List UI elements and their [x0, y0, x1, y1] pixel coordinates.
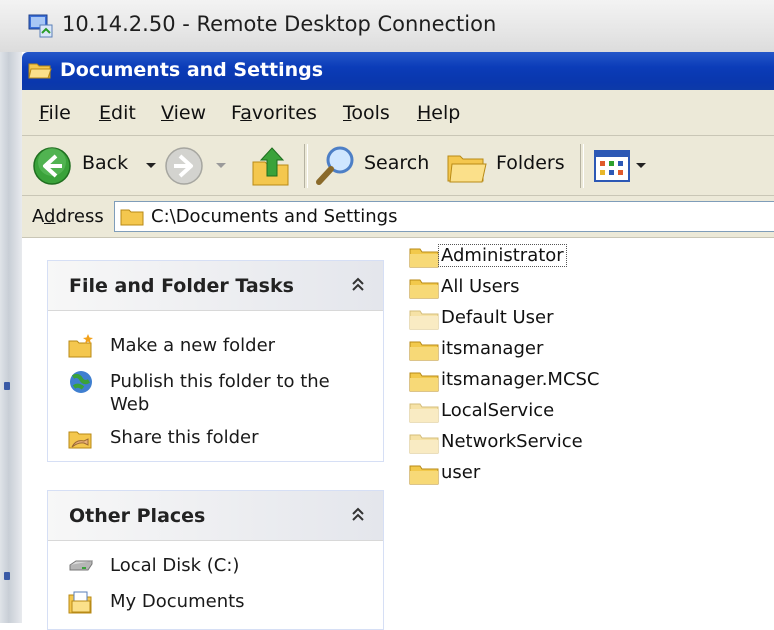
folder-name: itsmanager.MCSC — [441, 369, 600, 390]
place-my-documents[interactable]: My Documents — [68, 589, 378, 617]
file-folder-tasks-panel: File and Folder Tasks Make a new folder … — [47, 260, 384, 462]
task-pane: File and Folder Tasks Make a new folder … — [22, 238, 390, 630]
menu-edit-accel: E — [99, 102, 112, 124]
address-label-accel: d — [44, 206, 56, 227]
folder-name: LocalService — [441, 400, 555, 421]
back-label: Back — [82, 152, 129, 174]
menu-favorites-label: vorites — [251, 102, 317, 124]
forward-button[interactable] — [164, 144, 232, 188]
collapse-chevron-icon[interactable] — [349, 276, 367, 294]
search-icon — [316, 146, 354, 185]
address-bar: Address C:\Documents and Settings — [22, 196, 774, 238]
forward-arrow-icon — [165, 147, 203, 185]
collapse-chevron-icon[interactable] — [349, 506, 367, 524]
standard-toolbar: Back Search Folders — [22, 136, 774, 196]
address-label-rest: dress — [55, 206, 104, 227]
search-label: Search — [364, 152, 430, 174]
explorer-title-bar[interactable]: Documents and Settings — [22, 52, 774, 90]
toolbar-separator — [304, 144, 308, 188]
menu-help-accel: H — [417, 102, 432, 124]
new-folder-icon — [68, 334, 93, 358]
folder-icon — [409, 248, 439, 268]
other-places-panel: Other Places Local Disk (C:) My Document… — [47, 490, 384, 630]
search-button[interactable]: Search — [314, 144, 432, 188]
local-disk-icon — [69, 560, 93, 571]
menu-view-label: iew — [173, 102, 207, 124]
folder-icon — [409, 279, 439, 299]
views-icon — [594, 150, 630, 182]
folder-icon — [120, 209, 144, 226]
folder-name: NetworkService — [441, 431, 583, 452]
chevron-down-icon — [216, 163, 226, 168]
chevron-down-icon — [146, 163, 156, 168]
frame-marker — [4, 572, 10, 580]
explorer-window-title: Documents and Settings — [60, 59, 324, 81]
folder-name: itsmanager — [441, 338, 544, 359]
address-input[interactable]: C:\Documents and Settings — [114, 201, 774, 232]
place-my-documents-label: My Documents — [110, 591, 245, 612]
menu-tools-label: ools — [351, 102, 390, 124]
folder-name: Administrator — [438, 244, 567, 267]
place-local-disk[interactable]: Local Disk (C:) — [68, 553, 378, 581]
task-make-new-folder-label: Make a new folder — [110, 335, 276, 356]
menu-edit[interactable]: Edit — [99, 102, 136, 124]
up-folder-icon — [252, 147, 289, 186]
other-places-header[interactable]: Other Places — [48, 491, 383, 541]
folder-name: Default User — [441, 307, 554, 328]
folder-name: All Users — [441, 276, 520, 297]
menu-tools[interactable]: Tools — [343, 102, 390, 124]
menu-bar: File Edit View Favorites Tools Help — [22, 90, 774, 136]
folders-button[interactable]: Folders — [446, 144, 572, 188]
menu-file-label: ile — [48, 102, 71, 124]
folder-icon — [409, 341, 439, 361]
file-list: Administrator All Users Default User its… — [405, 238, 765, 498]
file-folder-tasks-title: File and Folder Tasks — [69, 275, 294, 297]
file-folder-tasks-header[interactable]: File and Folder Tasks — [48, 261, 383, 311]
address-label: Address — [32, 206, 104, 227]
menu-favorites[interactable]: Favorites — [231, 102, 317, 124]
hidden-folder-icon — [409, 434, 439, 454]
task-share-folder[interactable]: Share this folder — [68, 425, 378, 453]
back-arrow-icon — [33, 147, 71, 185]
menu-view[interactable]: View — [161, 102, 206, 124]
place-local-disk-label: Local Disk (C:) — [110, 555, 240, 576]
rdp-window-title: 10.14.2.50 - Remote Desktop Connection — [62, 12, 497, 36]
share-folder-icon — [68, 431, 92, 449]
my-documents-icon — [68, 591, 92, 614]
folder-icon — [409, 465, 439, 485]
task-publish-folder-label: Publish this folder to the Web — [110, 371, 330, 415]
menu-file[interactable]: File — [39, 102, 71, 124]
task-share-folder-label: Share this folder — [110, 427, 259, 448]
views-button[interactable] — [592, 144, 656, 188]
toolbar-separator — [580, 144, 584, 188]
menu-edit-label: dit — [111, 102, 136, 124]
folder-name: user — [441, 462, 481, 483]
rdp-left-frame — [0, 52, 22, 623]
task-make-new-folder[interactable]: Make a new folder — [68, 333, 378, 361]
chevron-down-icon — [636, 163, 646, 168]
folders-icon — [447, 155, 487, 183]
folder-open-icon — [28, 63, 52, 79]
menu-favorites-accel: a — [240, 102, 252, 124]
publish-web-icon — [70, 371, 92, 393]
frame-marker — [4, 382, 10, 390]
menu-view-accel: V — [161, 102, 174, 124]
other-places-title: Other Places — [69, 505, 206, 527]
hidden-folder-icon — [409, 403, 439, 423]
menu-file-accel: F — [39, 102, 49, 124]
up-folder-button[interactable] — [250, 144, 296, 188]
address-value: C:\Documents and Settings — [151, 206, 398, 227]
remote-desktop-icon — [28, 14, 53, 38]
back-button[interactable]: Back — [32, 144, 162, 188]
address-label-pre: A — [32, 206, 44, 227]
folders-label: Folders — [496, 152, 565, 174]
hidden-folder-icon — [409, 310, 439, 330]
rdp-title-bar[interactable]: 10.14.2.50 - Remote Desktop Connection — [0, 0, 774, 52]
task-publish-folder[interactable]: Publish this folder to the Web — [68, 369, 378, 419]
menu-favorites-pre: F — [231, 102, 241, 124]
folder-icon — [409, 372, 439, 392]
menu-help-label: elp — [431, 102, 461, 124]
menu-help[interactable]: Help — [417, 102, 460, 124]
